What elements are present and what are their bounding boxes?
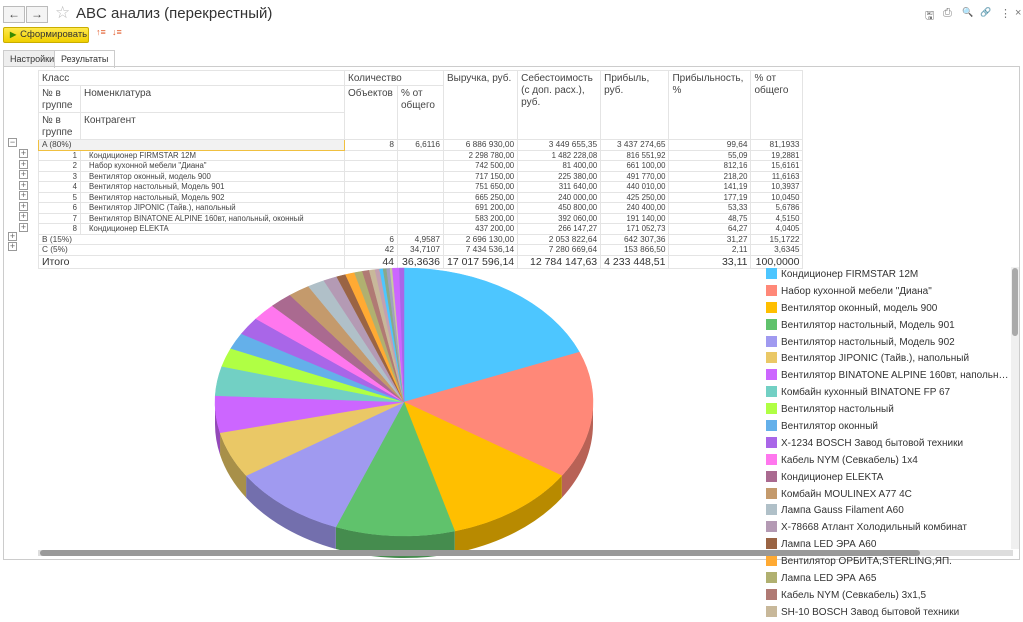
legend-item: Лампа Gauss Filament A60: [766, 503, 1010, 520]
legend-label: Вентилятор JIPONIC (Тайв.), напольный: [781, 353, 970, 365]
legend-label: Комбайн кухонный BINATONE FP 67: [781, 387, 951, 399]
legend-label: Набор кухонной мебели "Диана": [781, 285, 932, 297]
legend-item: Вентилятор BINATONE ALPINE 160вт, наполь…: [766, 368, 1010, 385]
legend-label: Лампа LED ЭРА A65: [781, 573, 877, 585]
legend-item: Кабель NYM (Севкабель) 1x4: [766, 453, 1010, 470]
legend-swatch: [766, 420, 777, 432]
legend-item: Комбайн кухонный BINATONE FP 67: [766, 385, 1010, 402]
legend-swatch: [766, 403, 777, 415]
legend-swatch: [766, 318, 777, 330]
legend-swatch: [766, 572, 777, 584]
legend-label: Вентилятор оконный: [781, 421, 878, 433]
legend-label: Кондиционер FIRMSTAR 12M: [781, 269, 919, 280]
legend-label: SH-10 BOSCH Завод бытовой техники: [781, 606, 960, 618]
legend-label: Комбайн MOULINEX A77 4C: [781, 488, 912, 500]
legend-swatch: [766, 386, 777, 398]
legend-item: Кондиционер ELEKTA: [766, 470, 1010, 487]
legend-swatch: [766, 521, 777, 533]
legend-label: Вентилятор оконный, модель 900: [781, 302, 938, 314]
legend-swatch: [766, 301, 777, 313]
legend-item: Вентилятор оконный, модель 900: [766, 301, 1010, 318]
legend-item: Вентилятор JIPONIC (Тайв.), напольный: [766, 351, 1010, 368]
legend-label: Кабель NYM (Севкабель) 1x4: [781, 454, 918, 466]
legend-swatch: [766, 504, 777, 516]
legend-item: Набор кухонной мебели "Диана": [766, 284, 1010, 301]
legend-item: X-1234 BOSCH Завод бытовой техники: [766, 436, 1010, 453]
legend-label: Лампа Gauss Filament A60: [781, 505, 904, 517]
legend-swatch: [766, 555, 777, 567]
horizontal-scrollbar-thumb[interactable]: [40, 550, 920, 556]
legend-item: Вентилятор настольный: [766, 402, 1010, 419]
legend-label: Вентилятор настольный, Модель 901: [781, 319, 955, 331]
legend-label: Лампа LED ЭРА A60: [781, 539, 877, 551]
legend-swatch: [766, 453, 777, 465]
legend-item: Вентилятор ОРБИТА,STERLING,ЯП.: [766, 554, 1010, 571]
legend-scrollbar-thumb[interactable]: [1012, 268, 1018, 336]
legend-label: X-1234 BOSCH Завод бытовой техники: [781, 437, 964, 449]
legend-swatch: [766, 436, 777, 448]
legend-swatch: [766, 470, 777, 482]
legend-swatch: [766, 487, 777, 499]
legend-item: Кабель NYM (Севкабель) 3x1,5: [766, 588, 1010, 605]
legend-label: Кабель NYM (Севкабель) 3x1,5: [781, 589, 927, 601]
legend-item: SH-10 BOSCH Завод бытовой техники: [766, 605, 1010, 622]
legend-swatch: [766, 588, 777, 600]
legend-item: Вентилятор оконный: [766, 419, 1010, 436]
legend-swatch: [766, 268, 777, 279]
legend-label: X-78668 Атлант Холодильный комбинат: [781, 522, 967, 534]
legend-label: Кондиционер ELEKTA: [781, 471, 884, 483]
legend-swatch: [766, 538, 777, 550]
chart-legend: Кондиционер FIRMSTAR 12M Набор кухонной м…: [766, 267, 1010, 622]
legend-item: X-78668 Атлант Холодильный комбинат: [766, 520, 1010, 537]
legend-item: Лампа LED ЭРА A65: [766, 571, 1010, 588]
legend-item: Вентилятор настольный, Модель 902: [766, 335, 1010, 352]
legend-label: Вентилятор настольный: [781, 404, 894, 416]
legend-item: Вентилятор настольный, Модель 901: [766, 318, 1010, 335]
legend-swatch: [766, 605, 777, 617]
legend-swatch: [766, 284, 777, 296]
legend-swatch: [766, 352, 777, 364]
legend-swatch: [766, 335, 777, 347]
legend-swatch: [766, 369, 777, 381]
legend-item: Комбайн MOULINEX A77 4C: [766, 487, 1010, 504]
legend-label: Вентилятор BINATONE ALPINE 160вт, наполь…: [781, 370, 1010, 382]
legend-item: Кондиционер FIRMSTAR 12M: [766, 267, 1010, 284]
legend-label: Вентилятор настольный, Модель 902: [781, 336, 955, 348]
